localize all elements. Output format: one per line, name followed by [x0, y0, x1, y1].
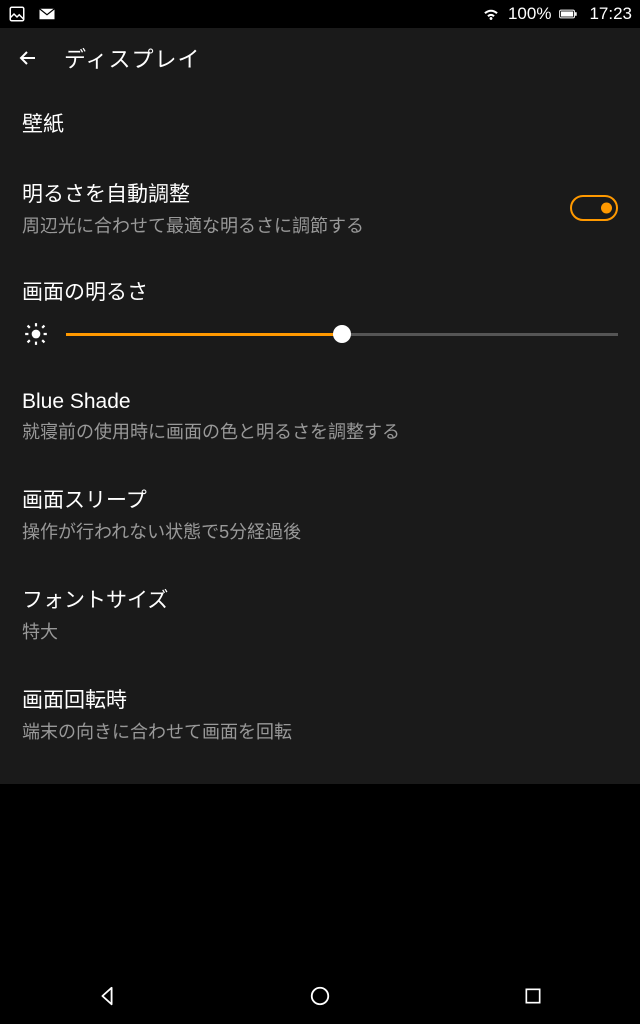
auto-brightness-title: 明るさを自動調整 — [22, 178, 570, 208]
image-icon — [8, 5, 26, 23]
brightness-title: 画面の明るさ — [22, 276, 618, 306]
auto-brightness-item[interactable]: 明るさを自動調整 周辺光に合わせて最適な明るさに調節する — [0, 158, 640, 258]
blue-shade-title: Blue Shade — [22, 390, 618, 414]
page-title: ディスプレイ — [64, 42, 200, 74]
nav-back-button[interactable] — [77, 976, 137, 1016]
battery-percent: 100% — [508, 4, 551, 24]
font-size-title: フォントサイズ — [22, 584, 618, 614]
battery-icon — [559, 5, 577, 23]
nav-recent-button[interactable] — [503, 976, 563, 1016]
wallpaper-title: 壁紙 — [22, 108, 618, 138]
wallpaper-item[interactable]: 壁紙 — [0, 88, 640, 158]
auto-brightness-toggle[interactable] — [570, 195, 618, 221]
sleep-item[interactable]: 画面スリープ 操作が行われない状態で5分経過後 — [0, 464, 640, 564]
brightness-low-icon — [22, 320, 50, 348]
sleep-subtitle: 操作が行われない状態で5分経過後 — [22, 518, 618, 544]
header: ディスプレイ — [0, 28, 640, 88]
navigation-bar — [0, 968, 640, 1024]
rotation-title: 画面回転時 — [22, 684, 618, 714]
brightness-slider[interactable] — [66, 324, 618, 344]
blue-shade-subtitle: 就寝前の使用時に画面の色と明るさを調整する — [22, 418, 618, 444]
sleep-title: 画面スリープ — [22, 484, 618, 514]
rotation-subtitle: 端末の向きに合わせて画面を回転 — [22, 718, 618, 744]
blue-shade-item[interactable]: Blue Shade 就寝前の使用時に画面の色と明るさを調整する — [0, 370, 640, 464]
brightness-item: 画面の明るさ — [0, 258, 640, 370]
clock-time: 17:23 — [589, 4, 632, 24]
nav-home-button[interactable] — [290, 976, 350, 1016]
font-size-item[interactable]: フォントサイズ 特大 — [0, 564, 640, 664]
settings-list: 壁紙 明るさを自動調整 周辺光に合わせて最適な明るさに調節する 画面の明るさ B… — [0, 88, 640, 784]
status-bar: 100% 17:23 — [0, 0, 640, 28]
wifi-icon — [482, 5, 500, 23]
auto-brightness-subtitle: 周辺光に合わせて最適な明るさに調節する — [22, 212, 570, 238]
mail-icon — [38, 5, 56, 23]
rotation-item[interactable]: 画面回転時 端末の向きに合わせて画面を回転 — [0, 664, 640, 764]
back-button[interactable] — [16, 46, 40, 70]
font-size-subtitle: 特大 — [22, 618, 618, 644]
